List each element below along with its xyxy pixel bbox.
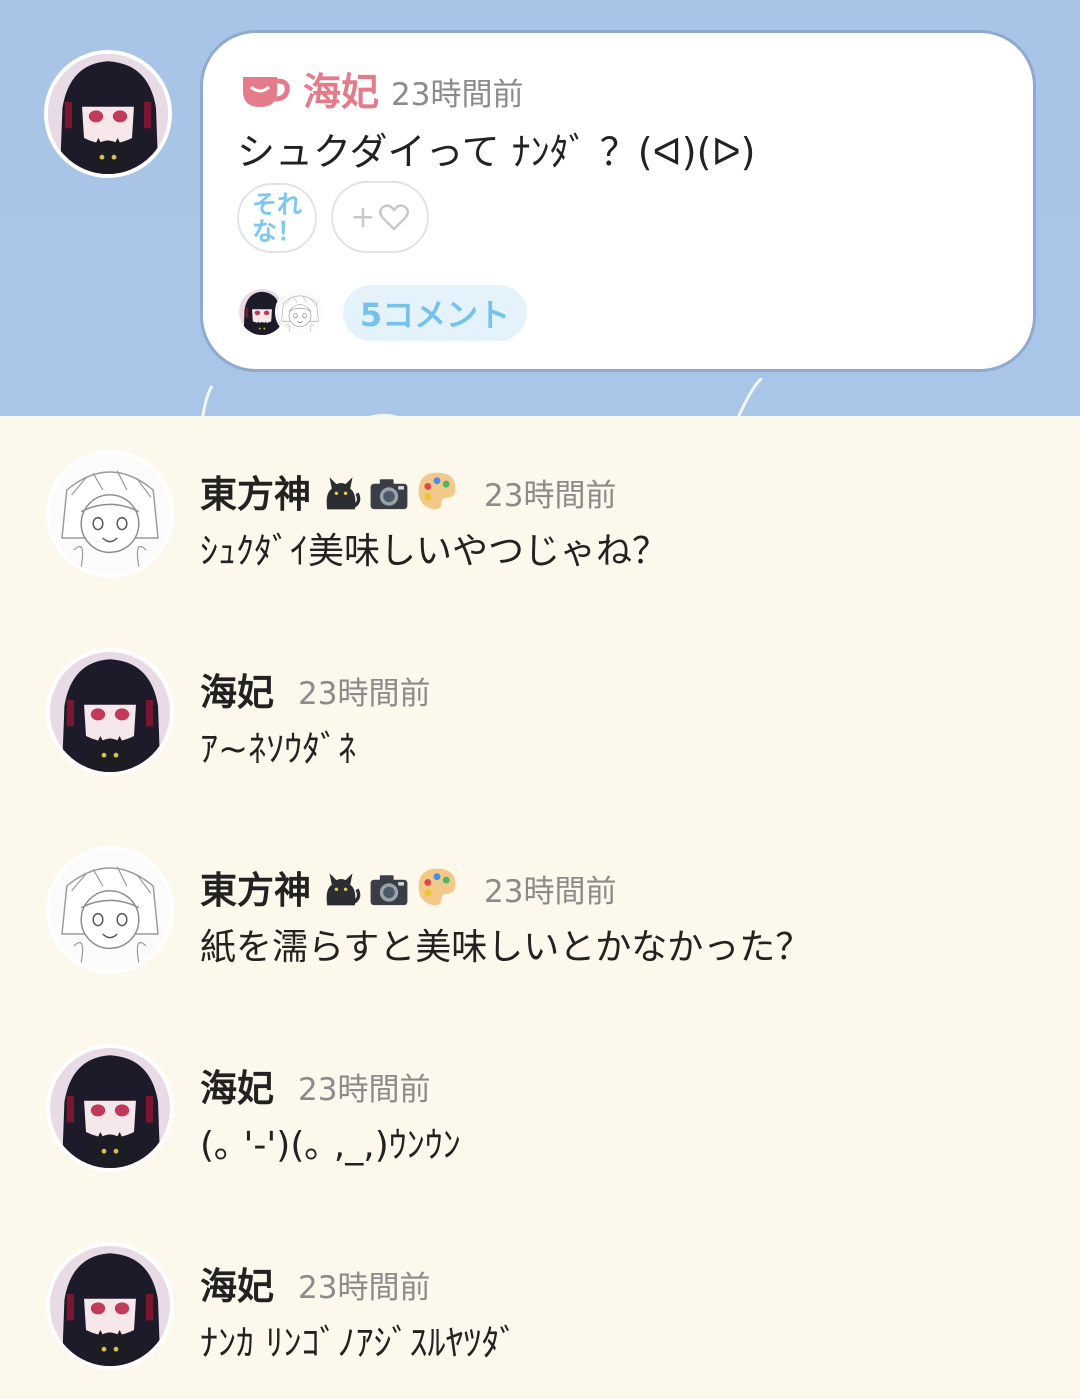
name-emoji-group <box>318 864 460 914</box>
commenter-avatar[interactable] <box>46 450 174 578</box>
comment-item: 東方神 23時間前 紙を濡らすと美味しいとかなかった？ <box>0 846 1080 996</box>
comment-timestamp: 23時間前 <box>484 478 617 514</box>
post-header-area: 海妃 23時間前 シュクダイって ﾅﾝﾀﾞ ？(ᐊ)(ᐅ) それな！ + 5コメ… <box>0 0 1080 416</box>
name-emoji-group <box>318 468 460 518</box>
post-timestamp: 23時間前 <box>391 77 524 113</box>
comment-text: 紙を濡らすと美味しいとかなかった？ <box>200 927 812 968</box>
comment-text: (｡ '-')(｡ ,_,)ｳﾝｳﾝ <box>200 1125 461 1166</box>
comment-text: ｱ~ﾈｿｳﾀﾞﾈ <box>200 729 357 770</box>
comment-item: 海妃 23時間前 ｱ~ﾈｿｳﾀﾞﾈ <box>0 648 1080 798</box>
post-author-avatar[interactable] <box>44 50 172 178</box>
commenter-name[interactable]: 海妃 <box>200 662 274 716</box>
reaction-sorena-label: それな！ <box>251 190 302 246</box>
commenter-name[interactable]: 海妃 <box>200 1058 274 1112</box>
commenter-avatar[interactable] <box>46 648 174 776</box>
commenter-avatar-2 <box>275 287 325 337</box>
add-reaction-button[interactable]: + <box>331 181 429 253</box>
commenter-name[interactable]: 東方神 <box>200 860 311 914</box>
post-text: シュクダイって ﾅﾝﾀﾞ ？(ᐊ)(ᐅ) <box>237 130 756 174</box>
cat-emoji-icon <box>318 864 364 910</box>
comment-item: 海妃 23時間前 (｡ '-')(｡ ,_,)ｳﾝｳﾝ <box>0 1044 1080 1194</box>
cup-icon <box>243 77 290 107</box>
post-card[interactable]: 海妃 23時間前 シュクダイって ﾅﾝﾀﾞ ？(ᐊ)(ᐅ) それな！ + 5コメ… <box>200 30 1036 372</box>
commenter-avatar[interactable] <box>46 1044 174 1172</box>
post-author-name[interactable]: 海妃 <box>303 61 379 116</box>
comment-timestamp: 23時間前 <box>298 676 431 712</box>
cat-emoji-icon <box>318 468 364 514</box>
camera-emoji-icon <box>366 470 412 516</box>
commenter-name[interactable]: 東方神 <box>200 464 311 518</box>
camera-emoji-icon <box>366 866 412 912</box>
comment-timestamp: 23時間前 <box>298 1270 431 1306</box>
commenter-avatar[interactable] <box>46 1242 174 1370</box>
script-decoration <box>201 378 764 416</box>
comment-item: 東方神 23時間前 ｼｭｸﾀﾞｲ美味しいやつじゃね？ <box>0 450 1080 600</box>
comment-count-button[interactable]: 5コメント <box>343 285 527 341</box>
comment-text: ﾅﾝｶ ﾘﾝｺﾞﾉｱｼﾞｽﾙﾔﾂﾀﾞ <box>200 1323 518 1364</box>
add-reaction-plus: + <box>350 199 376 235</box>
comment-item: 海妃 23時間前 ﾅﾝｶ ﾘﾝｺﾞﾉｱｼﾞｽﾙﾔﾂﾀﾞ <box>0 1242 1080 1392</box>
comment-text: ｼｭｸﾀﾞｲ美味しいやつじゃね？ <box>200 531 669 572</box>
commenter-avatar[interactable] <box>46 846 174 974</box>
palette-emoji-icon <box>414 864 460 910</box>
comment-timestamp: 23時間前 <box>484 874 617 910</box>
commenter-name[interactable]: 海妃 <box>200 1256 274 1310</box>
comment-timestamp: 23時間前 <box>298 1072 431 1108</box>
palette-emoji-icon <box>414 468 460 514</box>
heart-outline-icon <box>378 204 409 231</box>
reaction-sorena-button[interactable]: それな！ <box>237 183 317 253</box>
